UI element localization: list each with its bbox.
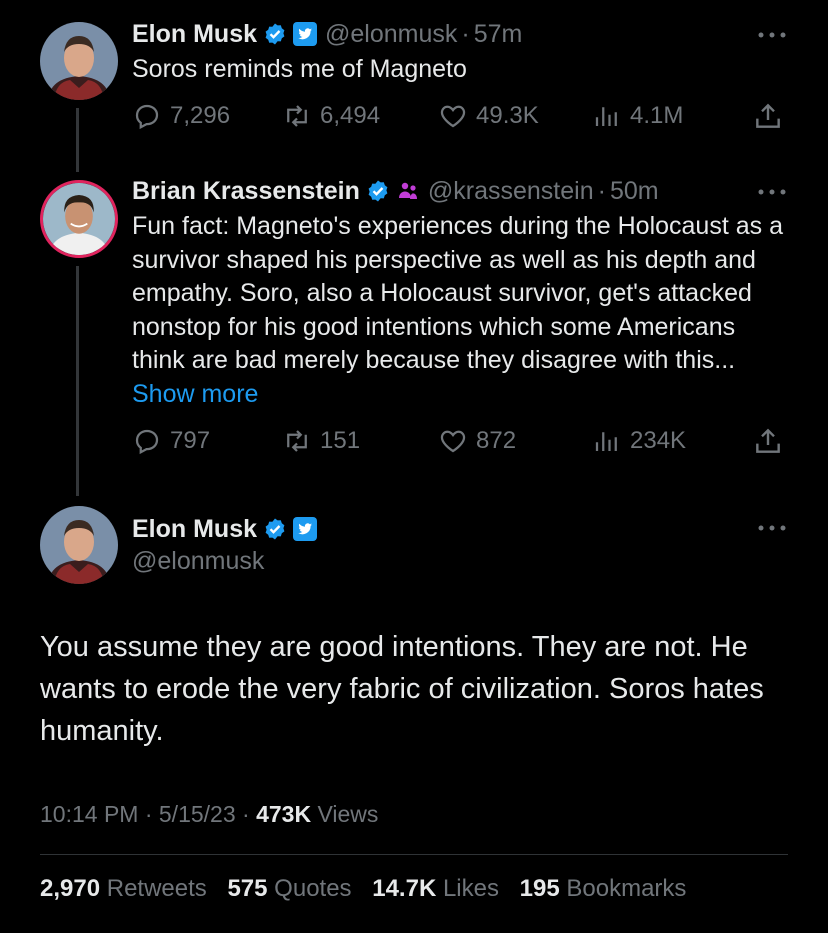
author-handle-row: @elonmusk xyxy=(132,546,264,576)
avatar[interactable] xyxy=(40,22,118,100)
views-label: Views xyxy=(317,801,379,827)
tweet-time[interactable]: 50m xyxy=(610,176,659,206)
tweet-meta: 10:14 PM · 5/15/23 · 473K Views xyxy=(40,801,378,828)
bookmarks-stat[interactable]: 195 Bookmarks xyxy=(520,875,687,902)
verified-badge-icon xyxy=(263,517,287,541)
retweet-icon xyxy=(287,430,307,452)
author-handle[interactable]: @elonmusk xyxy=(325,19,457,49)
views-count: 234K xyxy=(630,427,687,454)
more-icon[interactable] xyxy=(756,186,788,198)
like-count: 872 xyxy=(476,427,517,454)
tweet-actions: 797 151 872 234K xyxy=(132,425,792,457)
main-tweet-text: You assume they are good intentions. The… xyxy=(40,631,764,747)
views-count: 4.1M xyxy=(630,102,684,129)
share-icon xyxy=(756,103,780,128)
reply-count: 7,296 xyxy=(170,102,231,129)
thread-line xyxy=(76,108,79,172)
avatar[interactable] xyxy=(40,180,118,258)
share-button[interactable] xyxy=(752,425,784,464)
like-button[interactable]: 49.3K xyxy=(438,100,539,132)
avatar[interactable] xyxy=(40,506,118,584)
retweet-icon xyxy=(287,105,307,127)
tweet-actions: 7,296 6,494 49.3K 4.1M xyxy=(132,100,792,132)
views-icon xyxy=(595,107,617,126)
share-button[interactable] xyxy=(752,100,784,139)
show-more-link[interactable]: Show more xyxy=(132,380,258,408)
share-icon xyxy=(756,428,780,453)
tweet-text: Fun fact: Magneto's experiences during t… xyxy=(132,210,792,411)
affiliate-people-icon xyxy=(396,179,420,203)
heart-icon xyxy=(440,430,466,453)
retweet-button[interactable]: 151 xyxy=(282,425,360,457)
likes-stat[interactable]: 14.7K Likes xyxy=(372,875,499,902)
views-button[interactable]: 234K xyxy=(592,425,686,457)
tweet-header: Brian Krassenstein @krassenstein · 50m xyxy=(132,176,659,206)
tweet-header: Elon Musk xyxy=(132,514,318,544)
retweet-count: 6,494 xyxy=(320,102,381,129)
reply-count: 797 xyxy=(170,427,211,454)
twitter-affiliate-icon xyxy=(293,517,318,541)
author-name[interactable]: Brian Krassenstein xyxy=(132,176,360,206)
separator: · xyxy=(461,20,470,48)
tweet-timestamp[interactable]: 10:14 PM · 5/15/23 · xyxy=(40,801,250,827)
views-icon xyxy=(595,432,617,451)
reply-icon xyxy=(135,429,159,455)
views-button[interactable]: 4.1M xyxy=(592,100,683,132)
divider xyxy=(40,854,788,855)
thread-line xyxy=(76,266,79,496)
heart-icon xyxy=(440,105,466,128)
reply-icon xyxy=(135,104,159,130)
tweet-time[interactable]: 57m xyxy=(474,19,523,49)
retweet-count: 151 xyxy=(320,427,361,454)
tweet-body: Fun fact: Magneto's experiences during t… xyxy=(132,212,783,374)
reply-button[interactable]: 7,296 xyxy=(132,100,230,132)
author-name[interactable]: Elon Musk xyxy=(132,514,257,544)
twitter-affiliate-icon xyxy=(293,22,318,46)
retweets-stat[interactable]: 2,970 Retweets xyxy=(40,875,207,902)
verified-badge-icon xyxy=(263,22,287,46)
author-handle[interactable]: @elonmusk xyxy=(132,546,264,576)
like-count: 49.3K xyxy=(476,102,539,129)
tweet-header: Elon Musk @elonmusk · 57m xyxy=(132,19,522,49)
tweet-text: Soros reminds me of Magneto xyxy=(132,55,467,83)
author-name[interactable]: Elon Musk xyxy=(132,19,257,49)
separator: · xyxy=(597,177,606,205)
quotes-stat[interactable]: 575 Quotes xyxy=(227,875,351,902)
reply-button[interactable]: 797 xyxy=(132,425,210,457)
retweet-button[interactable]: 6,494 xyxy=(282,100,380,132)
more-icon[interactable] xyxy=(756,29,788,41)
like-button[interactable]: 872 xyxy=(438,425,516,457)
author-handle[interactable]: @krassenstein xyxy=(428,176,594,206)
more-icon[interactable] xyxy=(756,522,788,534)
engagement-stats: 2,970 Retweets 575 Quotes 14.7K Likes 19… xyxy=(40,875,700,903)
verified-badge-icon xyxy=(366,179,390,203)
views-count: 473K xyxy=(256,801,312,827)
